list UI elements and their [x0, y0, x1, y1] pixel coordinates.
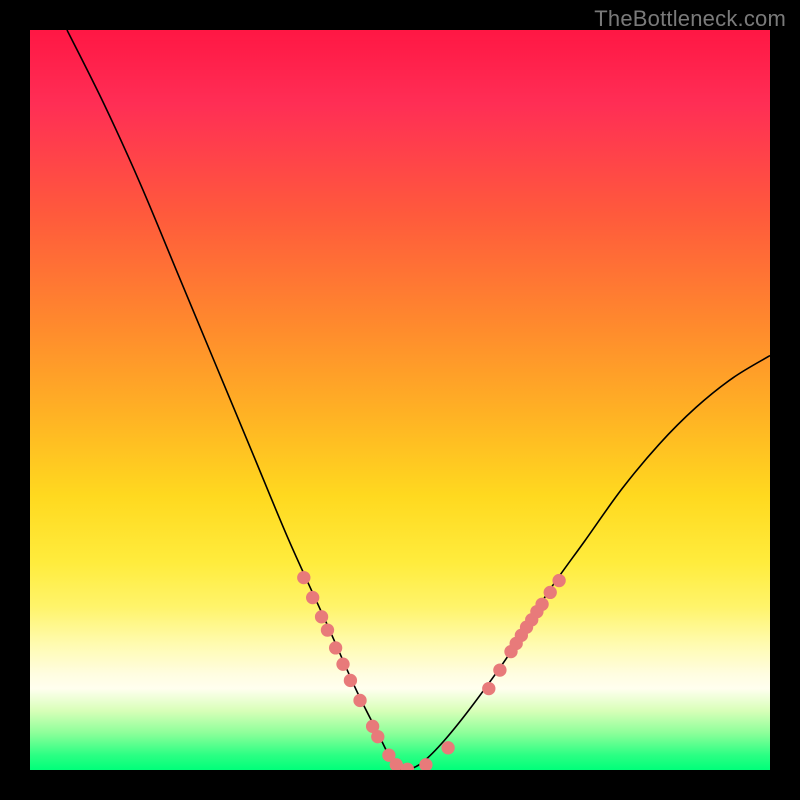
- chart-svg: [30, 30, 770, 770]
- watermark-text: TheBottleneck.com: [594, 6, 786, 32]
- bottleneck-curve: [67, 30, 770, 770]
- data-marker: [315, 610, 328, 623]
- data-marker: [371, 730, 384, 743]
- data-marker: [441, 741, 454, 754]
- chart-frame: TheBottleneck.com: [0, 0, 800, 800]
- data-marker: [544, 586, 557, 599]
- data-marker: [329, 641, 342, 654]
- data-marker: [419, 758, 432, 770]
- marker-layer: [297, 571, 566, 770]
- data-marker: [493, 663, 506, 676]
- plot-area: [30, 30, 770, 770]
- data-marker: [306, 591, 319, 604]
- data-marker: [552, 574, 565, 587]
- data-marker: [336, 658, 349, 671]
- data-marker: [297, 571, 310, 584]
- data-marker: [353, 694, 366, 707]
- data-marker: [482, 682, 495, 695]
- data-marker: [321, 623, 334, 636]
- data-marker: [535, 598, 548, 611]
- data-marker: [344, 674, 357, 687]
